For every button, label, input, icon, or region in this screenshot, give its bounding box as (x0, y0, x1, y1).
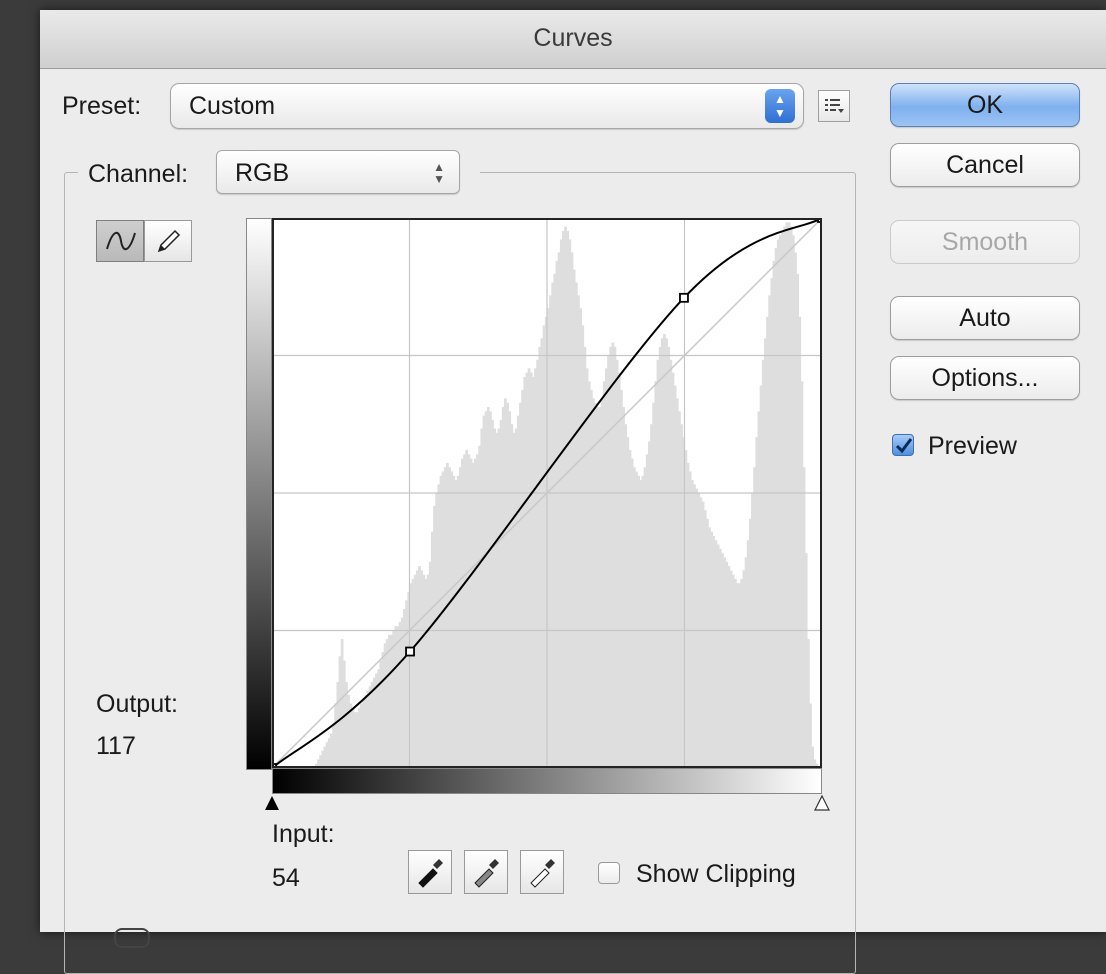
pencil-icon (157, 229, 181, 253)
input-label: Input: (272, 820, 335, 848)
channel-select[interactable]: RGB ▲ ▼ (216, 150, 460, 194)
black-point-eyedropper-icon (418, 859, 443, 888)
gray-point-eyedropper[interactable] (464, 850, 508, 894)
curves-dialog: Curves Preset: Custom ▲ ▼ OK Cancel Smoot… (40, 10, 1106, 974)
preset-value: Custom (189, 92, 276, 120)
output-value: 117 (96, 732, 136, 760)
options-button[interactable]: Options... (890, 356, 1080, 400)
preset-select[interactable]: Custom ▲ ▼ (170, 83, 804, 129)
curve-display-options-icon[interactable] (114, 928, 150, 948)
preset-options-menu-icon[interactable] (818, 90, 850, 122)
curves-graph[interactable] (272, 218, 822, 768)
preset-label: Preset: (62, 92, 142, 120)
auto-button[interactable]: Auto (890, 296, 1080, 340)
show-clipping-checkbox[interactable] (598, 862, 620, 884)
black-point-slider-icon[interactable] (262, 794, 282, 814)
input-value: 54 (272, 864, 300, 892)
smooth-button[interactable]: Smooth (890, 220, 1080, 264)
curve-point-tool[interactable] (96, 220, 144, 262)
output-label: Output: (96, 690, 178, 718)
curve-control-point[interactable] (405, 646, 415, 657)
preset-stepper-icon: ▲ ▼ (765, 89, 795, 123)
cancel-button[interactable]: Cancel (890, 143, 1080, 187)
curve-control-point[interactable] (679, 292, 689, 303)
show-clipping-label: Show Clipping (636, 860, 796, 888)
preview-checkbox[interactable] (892, 434, 914, 456)
pencil-tool[interactable] (144, 220, 192, 262)
white-point-eyedropper[interactable] (520, 850, 564, 894)
ok-button[interactable]: OK (890, 83, 1080, 127)
channel-value: RGB (235, 159, 290, 187)
curve-point-tool-icon (106, 231, 136, 251)
input-gradient-bar (272, 768, 822, 794)
white-point-eyedropper-icon (530, 859, 555, 888)
checkmark-icon (895, 438, 913, 454)
output-gradient-bar (246, 218, 272, 770)
preview-label: Preview (928, 432, 1017, 460)
dialog-title: Curves (40, 10, 1106, 69)
white-point-slider-icon[interactable] (812, 794, 832, 814)
channel-stepper-icon: ▲ ▼ (433, 160, 445, 186)
channel-label: Channel: (88, 160, 189, 188)
black-point-eyedropper[interactable] (408, 850, 452, 894)
gray-point-eyedropper-icon (474, 859, 499, 888)
